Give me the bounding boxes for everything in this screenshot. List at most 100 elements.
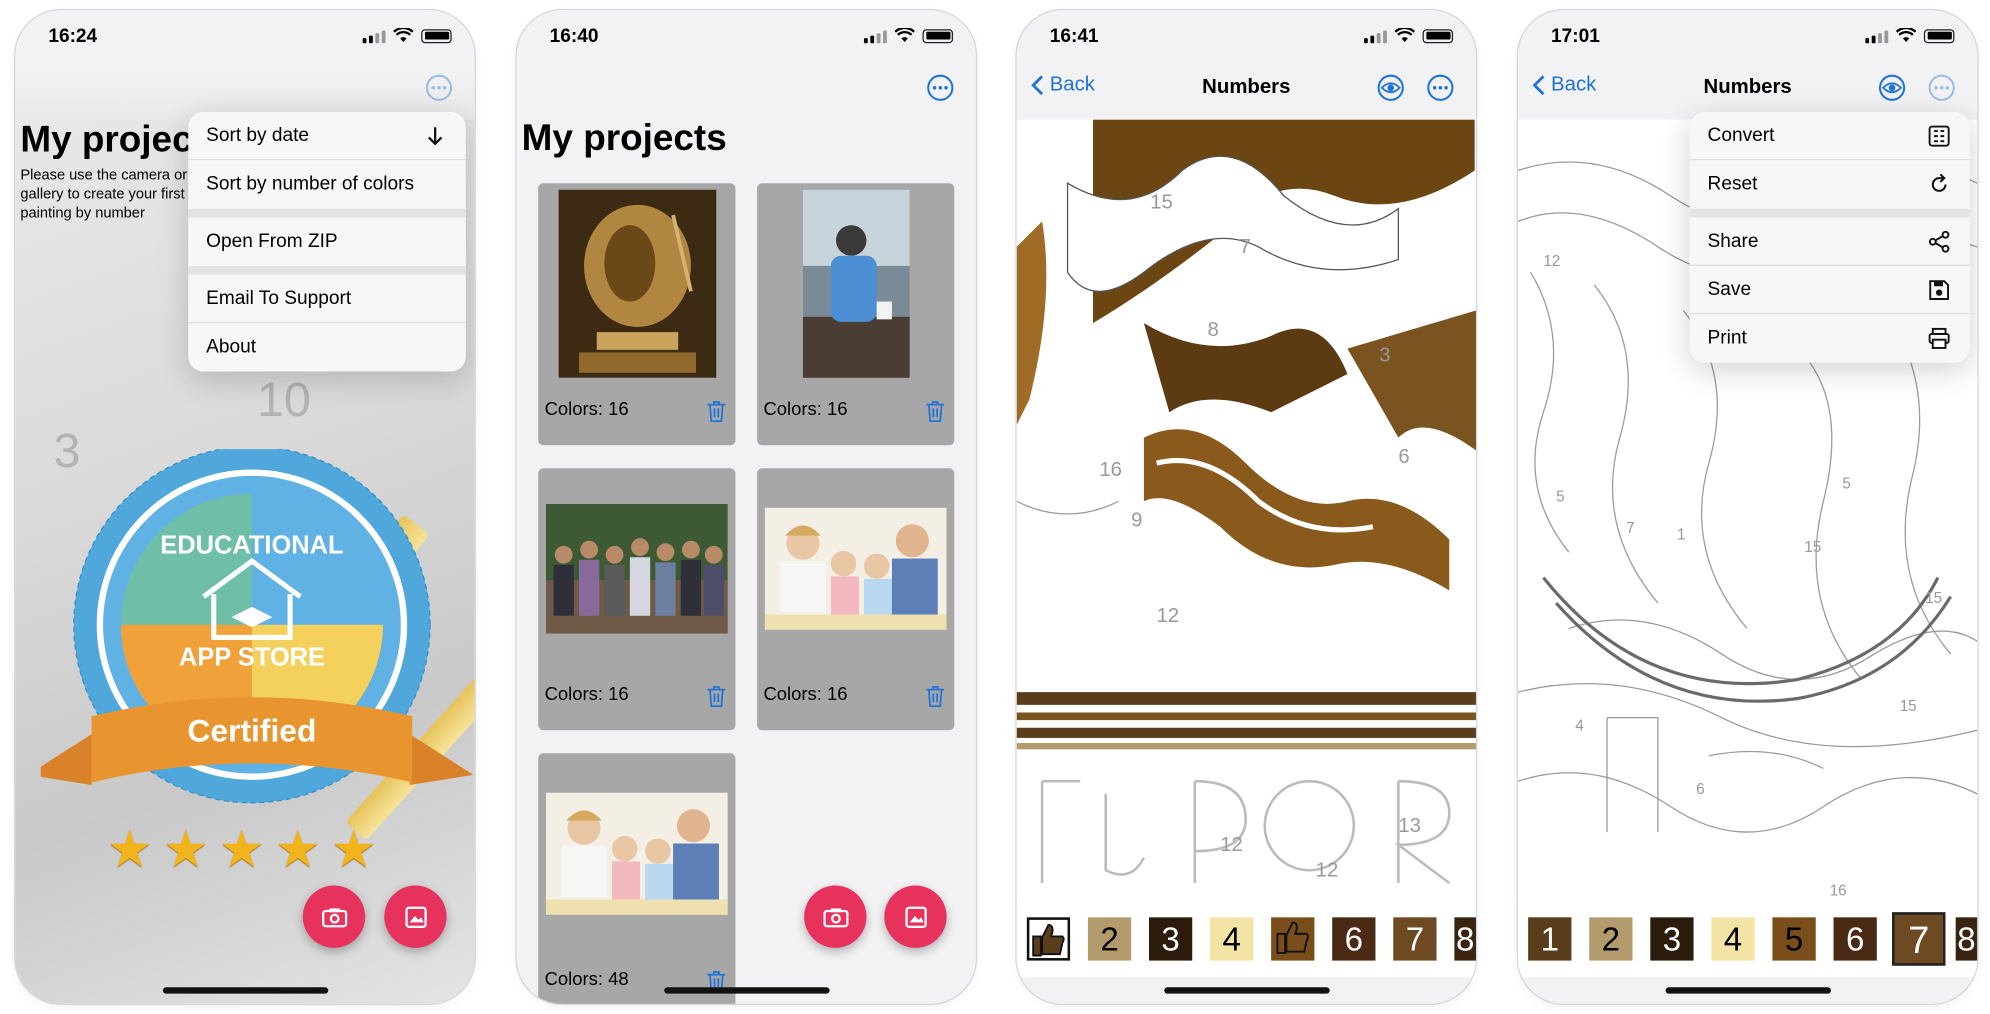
- thumbs-up-icon: [1032, 924, 1065, 957]
- battery-icon: [922, 28, 954, 43]
- thumbs-up-icon: [1276, 921, 1309, 954]
- nav-bar: Back Numbers: [1518, 61, 1977, 120]
- palette-swatch-4[interactable]: 4: [1711, 917, 1755, 961]
- status-time: 16:40: [549, 25, 599, 48]
- trash-icon[interactable]: [706, 400, 726, 423]
- svg-text:15: 15: [1900, 698, 1917, 715]
- empty-state-hint: Please use the camera or gallery to crea…: [20, 167, 188, 222]
- star-icon: ★: [218, 821, 265, 878]
- status-time: 16:24: [48, 25, 98, 48]
- gallery-button[interactable]: [884, 885, 947, 948]
- home-indicator: [1163, 987, 1330, 994]
- palette-swatch-6[interactable]: 6: [1833, 917, 1877, 961]
- menu-item-print[interactable]: Print: [1689, 314, 1970, 363]
- home-indicator: [663, 987, 829, 994]
- svg-text:16: 16: [1830, 883, 1847, 900]
- camera-button[interactable]: [804, 885, 867, 948]
- palette-swatch-5[interactable]: 5: [1772, 917, 1816, 961]
- svg-text:8: 8: [1208, 319, 1219, 341]
- canvas-actions-menu: Convert Reset Share Save Print: [1689, 111, 1970, 363]
- trash-icon[interactable]: [925, 400, 945, 423]
- eye-icon[interactable]: [1878, 74, 1906, 102]
- signal-icon: [863, 29, 887, 43]
- gallery-button[interactable]: [384, 885, 447, 948]
- certified-badge: EDUCATIONAL APP STORE Certified: [40, 449, 474, 804]
- palette-swatch-8[interactable]: 8: [1454, 917, 1476, 961]
- svg-text:12: 12: [1543, 253, 1560, 270]
- palette-swatch-6[interactable]: 6: [1332, 917, 1376, 961]
- project-card[interactable]: Colors: 16: [757, 468, 955, 731]
- page-title: My projects: [521, 118, 727, 160]
- battery-icon: [1422, 28, 1454, 43]
- project-card[interactable]: Colors: 16: [538, 183, 736, 446]
- palette-swatch-3[interactable]: 3: [1148, 917, 1193, 961]
- star-icon: ★: [274, 821, 321, 878]
- status-bar: 16:41: [1017, 10, 1476, 61]
- menu-item-sort-by-date[interactable]: Sort by date: [188, 111, 466, 161]
- palette-swatch-1[interactable]: [1026, 917, 1071, 961]
- camera-button[interactable]: [302, 885, 366, 948]
- project-thumbnail: [765, 189, 947, 378]
- svg-text:5: 5: [1556, 488, 1564, 505]
- project-thumbnail: [545, 760, 728, 948]
- phone-screen-projects-menu: 3 10 1 16:24 My projects Please use the …: [15, 10, 475, 1004]
- home-indicator: [1664, 987, 1831, 994]
- more-options-icon[interactable]: [1426, 74, 1454, 102]
- battery-icon: [1923, 28, 1955, 43]
- paint-by-number-canvas[interactable]: 15 7 8 3 16 9 12 6 12 13 12: [1016, 119, 1476, 901]
- rating-stars: ★ ★ ★ ★ ★: [107, 824, 387, 880]
- palette-swatch-1[interactable]: 1: [1528, 917, 1572, 961]
- phone-screen-projects-list: 16:40 My projects Colors: 16 Colors: 16: [516, 10, 976, 1004]
- battery-icon: [421, 28, 452, 43]
- wifi-icon: [1895, 27, 1917, 42]
- camera-icon: [822, 907, 848, 927]
- wifi-icon: [894, 27, 915, 42]
- colors-count: Colors: 16: [544, 684, 629, 705]
- project-thumbnail: [545, 189, 728, 378]
- status-time: 17:01: [1551, 25, 1600, 48]
- svg-text:6: 6: [1398, 446, 1409, 468]
- menu-separator: [1689, 208, 1970, 218]
- project-card[interactable]: Colors: 16: [538, 468, 736, 731]
- arrow-down-icon: [427, 127, 443, 146]
- palette-swatch-3[interactable]: 3: [1650, 917, 1694, 961]
- palette-swatch-2[interactable]: 2: [1589, 917, 1633, 961]
- palette-swatch-4[interactable]: 4: [1210, 917, 1254, 961]
- menu-item-open-zip[interactable]: Open From ZIP: [188, 217, 466, 266]
- trash-icon[interactable]: [706, 684, 726, 708]
- menu-item-save[interactable]: Save: [1689, 265, 1970, 315]
- project-card[interactable]: Colors: 16: [757, 183, 955, 446]
- camera-icon: [321, 907, 347, 927]
- reset-icon: [1931, 173, 1947, 192]
- svg-text:9: 9: [1131, 510, 1142, 532]
- more-options-icon[interactable]: [425, 74, 453, 102]
- nav-bar: Back Numbers: [1017, 61, 1476, 120]
- palette-swatch-7-selected[interactable]: 7: [1892, 912, 1946, 966]
- svg-text:13: 13: [1398, 815, 1421, 837]
- palette-swatch-7[interactable]: 7: [1393, 917, 1437, 961]
- colors-count: Colors: 48: [544, 969, 629, 990]
- more-options-icon[interactable]: [1928, 74, 1956, 102]
- badge-app-store-text: APP STORE: [179, 643, 325, 671]
- trash-icon[interactable]: [925, 684, 945, 708]
- svg-text:12: 12: [1220, 834, 1243, 856]
- convert-icon: [1928, 125, 1950, 147]
- signal-icon: [362, 29, 386, 43]
- menu-item-reset[interactable]: Reset: [1689, 160, 1970, 209]
- colors-count: Colors: 16: [763, 684, 848, 705]
- menu-item-share[interactable]: Share: [1689, 217, 1970, 266]
- project-card[interactable]: Colors: 48: [538, 753, 736, 1004]
- svg-text:1: 1: [1677, 526, 1685, 543]
- menu-item-email-support[interactable]: Email To Support: [188, 274, 466, 324]
- more-options-icon[interactable]: [926, 74, 954, 102]
- eye-icon[interactable]: [1377, 74, 1405, 102]
- svg-text:15: 15: [1925, 590, 1942, 607]
- project-thumbnail: [764, 475, 947, 663]
- palette-swatch-8[interactable]: 8: [1955, 917, 1978, 961]
- menu-item-convert[interactable]: Convert: [1689, 111, 1970, 161]
- menu-item-about[interactable]: About: [188, 323, 466, 372]
- palette-swatch-5[interactable]: [1271, 917, 1315, 961]
- palette-swatch-2[interactable]: 2: [1087, 917, 1132, 961]
- phone-screen-numbers-menu: 17:01 Back Numbers 12 5 7 1 15 15 5 4 6 …: [1517, 10, 1978, 1004]
- menu-item-sort-by-colors[interactable]: Sort by number of colors: [188, 160, 466, 209]
